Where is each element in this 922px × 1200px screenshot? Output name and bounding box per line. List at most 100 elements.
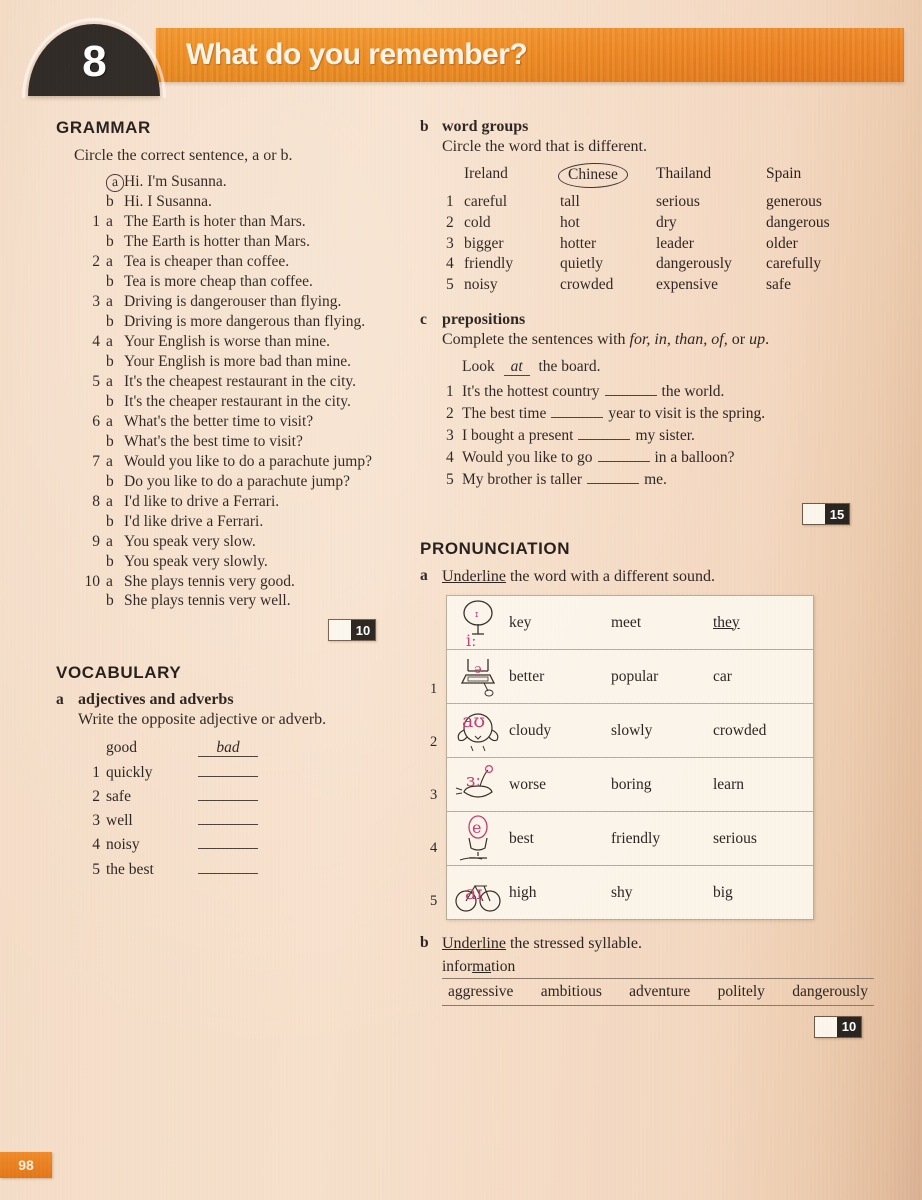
grammar-option-row[interactable]: b I'd like drive a Ferrari. [74, 512, 406, 532]
grammar-sentence: Driving is more dangerous than flying. [124, 312, 366, 330]
grammar-option-row[interactable]: b Tea is more cheap than coffee. [74, 272, 406, 292]
grammar-option-letter: b [106, 592, 114, 610]
pronunciation-word[interactable]: friendly [611, 830, 713, 848]
grammar-option-row[interactable]: 4 a Your English is worse than mine. [74, 332, 406, 352]
answer-blank[interactable] [597, 448, 650, 463]
pronunciation-word[interactable]: shy [611, 884, 713, 902]
grammar-option-letter: a [106, 492, 113, 510]
pronunciation-word[interactable]: worse [509, 776, 611, 794]
grammar-heading: GRAMMAR [56, 118, 151, 137]
opposite-answer-blank[interactable] [198, 760, 258, 777]
pronunciation-word[interactable]: slowly [611, 722, 713, 740]
opposite-answer[interactable]: bad [198, 740, 258, 758]
word-group-cell[interactable]: hot [560, 213, 656, 234]
pronunciation-word[interactable]: better [509, 668, 611, 686]
grammar-example-a[interactable]: a Hi. I'm Susanna. [74, 172, 406, 193]
grammar-option-row[interactable]: 9 a You speak very slow. [74, 532, 406, 552]
stressed-word[interactable]: dangerously [792, 983, 868, 1001]
opposite-answer-blank[interactable] [198, 832, 258, 850]
sentence-pre: I bought a present [462, 427, 574, 445]
grammar-option-row[interactable]: 3 a Driving is dangerouser than flying. [74, 292, 406, 312]
grammar-example-b[interactable]: b Hi. I Susanna. [74, 192, 406, 212]
stressed-word[interactable]: politely [718, 983, 765, 1001]
pronunciation-word[interactable]: they [713, 614, 815, 632]
pronunciation-word[interactable]: boring [611, 776, 713, 794]
answer-blank[interactable] [587, 470, 640, 485]
pronunciation-word[interactable]: key [509, 614, 611, 632]
word-group-cell[interactable]: crowded [560, 275, 656, 296]
answer-blank[interactable] [604, 382, 657, 397]
stressed-word[interactable]: adventure [629, 983, 690, 1001]
opposites-row: 4 noisy [78, 832, 406, 856]
word-group-cell[interactable]: dry [656, 213, 766, 234]
word-group-cell-circled[interactable]: Chinese [560, 164, 656, 187]
grammar-option-row[interactable]: b Do you like to do a parachute jump? [74, 472, 406, 492]
word-group-cell[interactable]: tall [560, 192, 656, 213]
vocabulary-heading: VOCABULARY [56, 663, 182, 683]
word-group-cell[interactable]: safe [766, 275, 862, 296]
grammar-option-row[interactable]: 10 a She plays tennis very good. [74, 572, 406, 592]
stressed-word[interactable]: ambitious [541, 983, 602, 1001]
opposite-answer-blank[interactable] [198, 808, 258, 826]
grammar-option-row[interactable]: b You speak very slowly. [74, 552, 406, 572]
opposite-word: noisy [106, 836, 140, 854]
grammar-option-row[interactable]: 8 a I'd like to drive a Ferrari. [74, 492, 406, 512]
pronunciation-word[interactable]: crowded [713, 722, 815, 740]
grammar-option-row[interactable]: b Your English is more bad than mine. [74, 352, 406, 372]
word-group-cell[interactable]: leader [656, 234, 766, 255]
pronunciation-word[interactable]: learn [713, 776, 815, 794]
word-group-cell[interactable]: dangerous [766, 213, 862, 234]
pronunciation-row: ɜː worse boring learn [447, 757, 813, 811]
grammar-option-row[interactable]: b What's the best time to visit? [74, 432, 406, 452]
score-blank[interactable] [803, 504, 825, 525]
word-group-cell[interactable]: Spain [766, 164, 862, 187]
pronunciation-word[interactable]: big [713, 884, 815, 902]
answer-blank[interactable] [551, 404, 604, 419]
word-group-cell[interactable]: hotter [560, 234, 656, 255]
pronunciation-word[interactable]: cloudy [509, 722, 611, 740]
word-group-cell[interactable]: older [766, 234, 862, 255]
answer-blank-filled[interactable]: at [503, 359, 530, 377]
grammar-sentence: What's the better time to visit? [124, 412, 314, 430]
grammar-sentence: What's the best time to visit? [124, 432, 303, 450]
pronunciation-word[interactable]: popular [611, 668, 713, 686]
word-group-cell[interactable]: quietly [560, 254, 656, 275]
score-blank[interactable] [815, 1016, 837, 1037]
pronunciation-word[interactable]: high [509, 884, 611, 902]
grammar-option-row[interactable]: b It's the cheaper restaurant in the city… [74, 392, 406, 412]
word-group-row: 1 careful tall serious generous [446, 192, 880, 213]
grammar-sentence: She plays tennis very good. [124, 572, 295, 590]
grammar-option-row[interactable]: 7 a Would you like to do a parachute jump? [74, 452, 406, 472]
opposite-answer-blank[interactable] [198, 784, 258, 801]
prepositions-list: Look at the board. 1 It's the hottest cou… [446, 356, 880, 491]
row-number: 5 [92, 860, 100, 878]
word-group-cell[interactable]: dangerously [656, 254, 766, 275]
grammar-option-row[interactable]: 5 a It's the cheapest restaurant in the ci… [74, 372, 406, 392]
word-group-cell[interactable]: expensive [656, 275, 766, 296]
answer-blank[interactable] [578, 426, 631, 441]
grammar-option-row[interactable]: b The Earth is hotter than Mars. [74, 232, 406, 252]
word-group-cell[interactable]: carefully [766, 254, 862, 275]
word-group-cell[interactable]: Ireland [464, 164, 560, 187]
grammar-option-row[interactable]: 1 a The Earth is hoter than Mars. [74, 212, 406, 232]
grammar-option-letter: a [105, 172, 125, 193]
grammar-option-row[interactable]: b Driving is more dangerous than flying. [74, 312, 406, 332]
grammar-option-row[interactable]: 2 a Tea is cheaper than coffee. [74, 252, 406, 272]
grammar-option-row[interactable]: 6 a What's the better time to visit? [74, 412, 406, 432]
word-group-cell[interactable]: friendly [464, 254, 560, 275]
word-group-cell[interactable]: serious [656, 192, 766, 213]
opposite-answer-blank[interactable] [198, 857, 258, 874]
word-group-cell[interactable]: Thailand [656, 164, 766, 187]
score-blank[interactable] [329, 620, 351, 641]
word-group-cell[interactable]: generous [766, 192, 862, 213]
pronunciation-word[interactable]: best [509, 830, 611, 848]
pronunciation-word[interactable]: car [713, 668, 815, 686]
word-group-cell[interactable]: bigger [464, 234, 560, 255]
grammar-option-row[interactable]: b She plays tennis very well. [74, 591, 406, 611]
word-group-cell[interactable]: noisy [464, 275, 560, 296]
stressed-word[interactable]: aggressive [448, 983, 513, 1001]
word-group-cell[interactable]: cold [464, 213, 560, 234]
word-group-cell[interactable]: careful [464, 192, 560, 213]
pronunciation-word[interactable]: serious [713, 830, 815, 848]
pronunciation-word[interactable]: meet [611, 614, 713, 632]
